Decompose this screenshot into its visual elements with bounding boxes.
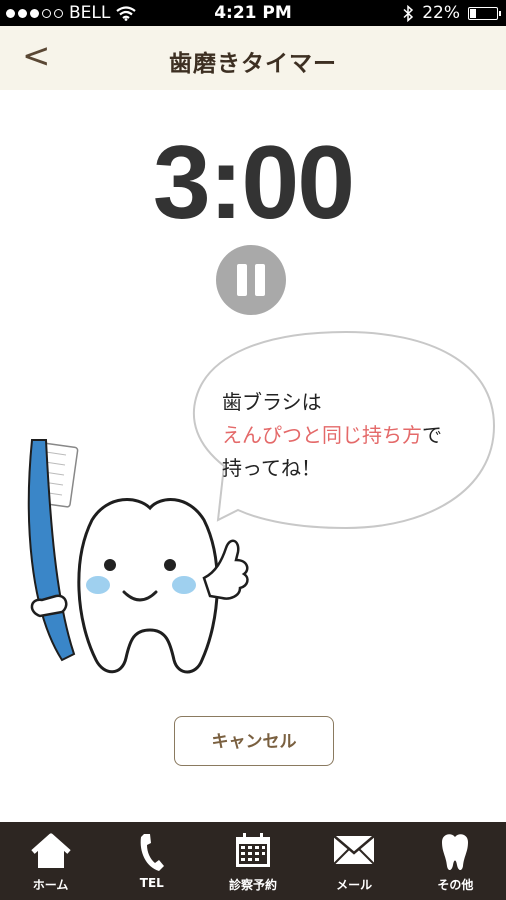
tab-mail-label: メール bbox=[336, 878, 373, 892]
bubble-line-2-rest: で bbox=[422, 423, 442, 447]
bluetooth-icon bbox=[403, 4, 414, 22]
bubble-line-3: 持ってね！ bbox=[222, 456, 321, 480]
tab-home-label: ホーム bbox=[32, 878, 69, 892]
tooth-mascot bbox=[30, 498, 249, 674]
tab-tel-label: TEL bbox=[139, 876, 164, 890]
status-bar: BELL 4:21 PM 22% bbox=[0, 0, 506, 26]
pause-button[interactable] bbox=[216, 245, 286, 315]
phone-icon bbox=[140, 834, 164, 871]
bubble-highlight: えんぴつと同じ持ち方 bbox=[222, 423, 422, 447]
battery-icon bbox=[468, 6, 501, 20]
tab-other-label: その他 bbox=[437, 878, 474, 892]
navigation-bar: < 歯磨きタイマー bbox=[0, 26, 506, 90]
bubble-line-1: 歯ブラシは bbox=[222, 390, 322, 414]
timer-display: 3:00 bbox=[152, 125, 355, 241]
mail-icon bbox=[333, 835, 375, 865]
tooth-icon bbox=[442, 834, 469, 871]
calendar-icon bbox=[235, 833, 270, 867]
tab-mail[interactable]: メール bbox=[304, 822, 405, 900]
tab-bar: ホーム TEL 診察予約 メール その他 bbox=[0, 822, 506, 900]
tab-tel[interactable]: TEL bbox=[101, 822, 202, 900]
tab-reservation-label: 診察予約 bbox=[228, 878, 277, 892]
cancel-button[interactable]: キャンセル bbox=[174, 716, 334, 766]
tab-reservation[interactable]: 診察予約 bbox=[202, 822, 303, 900]
tab-home[interactable]: ホーム bbox=[0, 822, 101, 900]
page-title: 歯磨きタイマー bbox=[169, 51, 337, 77]
speech-bubble-text: 歯ブラシは えんぴつと同じ持ち方で 持ってね！ bbox=[222, 386, 492, 485]
toothbrush-icon bbox=[27, 439, 79, 662]
home-icon bbox=[30, 833, 71, 868]
pause-icon bbox=[237, 264, 247, 296]
tab-other[interactable]: その他 bbox=[405, 822, 506, 900]
battery-percent: 22% bbox=[422, 3, 460, 23]
